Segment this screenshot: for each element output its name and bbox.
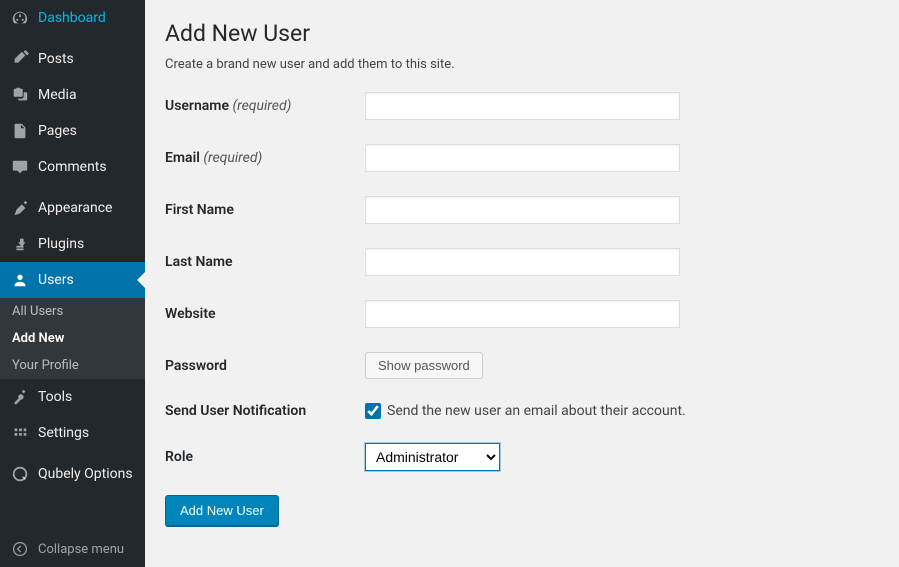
sidebar-item-comments[interactable]: Comments bbox=[0, 149, 145, 185]
page-subtitle: Create a brand new user and add them to … bbox=[165, 57, 879, 72]
sidebar-item-label: Plugins bbox=[38, 236, 84, 252]
tools-icon bbox=[10, 387, 30, 407]
sidebar-item-label: Comments bbox=[38, 159, 107, 175]
website-label: Website bbox=[165, 306, 365, 322]
sidebar-item-qubely[interactable]: Qubely Options bbox=[0, 456, 145, 492]
sidebar-item-media[interactable]: Media bbox=[0, 77, 145, 113]
show-password-button[interactable]: Show password bbox=[365, 352, 483, 379]
sidebar-item-pages[interactable]: Pages bbox=[0, 113, 145, 149]
notification-label: Send User Notification bbox=[165, 403, 365, 419]
settings-icon bbox=[10, 423, 30, 443]
sidebar-item-tools[interactable]: Tools bbox=[0, 379, 145, 415]
email-input[interactable] bbox=[365, 144, 680, 172]
sidebar-item-label: Media bbox=[38, 87, 77, 103]
sidebar-item-label: Appearance bbox=[38, 200, 112, 216]
sidebar-item-label: Qubely Options bbox=[38, 466, 133, 482]
first-name-input[interactable] bbox=[365, 196, 680, 224]
role-select[interactable]: Administrator bbox=[365, 443, 500, 471]
collapse-icon bbox=[10, 539, 30, 559]
website-input[interactable] bbox=[365, 300, 680, 328]
email-label: Email (required) bbox=[165, 150, 365, 166]
username-input[interactable] bbox=[365, 92, 680, 120]
last-name-label: Last Name bbox=[165, 254, 365, 270]
notification-checkbox-label: Send the new user an email about their a… bbox=[387, 403, 686, 419]
sidebar-subitem-add-new[interactable]: Add New bbox=[0, 325, 145, 352]
first-name-label: First Name bbox=[165, 202, 365, 218]
sidebar-item-users[interactable]: Users bbox=[0, 262, 145, 298]
notification-checkbox[interactable] bbox=[365, 403, 381, 419]
sidebar-item-appearance[interactable]: Appearance bbox=[0, 190, 145, 226]
password-label: Password bbox=[165, 358, 365, 374]
admin-sidebar: Dashboard Posts Media Pages Comments App… bbox=[0, 0, 145, 567]
appearance-icon bbox=[10, 198, 30, 218]
comments-icon bbox=[10, 157, 30, 177]
sidebar-item-label: Users bbox=[38, 272, 74, 288]
plugins-icon bbox=[10, 234, 30, 254]
sidebar-item-label: Pages bbox=[38, 123, 77, 139]
add-new-user-button[interactable]: Add New User bbox=[165, 495, 279, 526]
sidebar-item-settings[interactable]: Settings bbox=[0, 415, 145, 451]
sidebar-subitem-all-users[interactable]: All Users bbox=[0, 298, 145, 325]
role-label: Role bbox=[165, 449, 365, 465]
collapse-menu-label: Collapse menu bbox=[38, 542, 124, 557]
media-icon bbox=[10, 85, 30, 105]
sidebar-item-label: Dashboard bbox=[38, 10, 106, 26]
page-title: Add New User bbox=[165, 20, 879, 47]
sidebar-item-dashboard[interactable]: Dashboard bbox=[0, 0, 145, 36]
sidebar-item-label: Posts bbox=[38, 51, 74, 67]
collapse-menu-button[interactable]: Collapse menu bbox=[0, 531, 145, 567]
sidebar-item-label: Settings bbox=[38, 425, 89, 441]
sidebar-item-plugins[interactable]: Plugins bbox=[0, 226, 145, 262]
username-label: Username (required) bbox=[165, 98, 365, 114]
sidebar-subitem-your-profile[interactable]: Your Profile bbox=[0, 352, 145, 379]
user-form: Username (required) Email (required) Fir… bbox=[165, 92, 879, 471]
users-icon bbox=[10, 270, 30, 290]
qubely-icon bbox=[10, 464, 30, 484]
last-name-input[interactable] bbox=[365, 248, 680, 276]
sidebar-item-posts[interactable]: Posts bbox=[0, 41, 145, 77]
dashboard-icon bbox=[10, 8, 30, 28]
sidebar-item-label: Tools bbox=[38, 389, 72, 405]
pages-icon bbox=[10, 121, 30, 141]
main-content: Add New User Create a brand new user and… bbox=[145, 0, 899, 567]
posts-icon bbox=[10, 49, 30, 69]
